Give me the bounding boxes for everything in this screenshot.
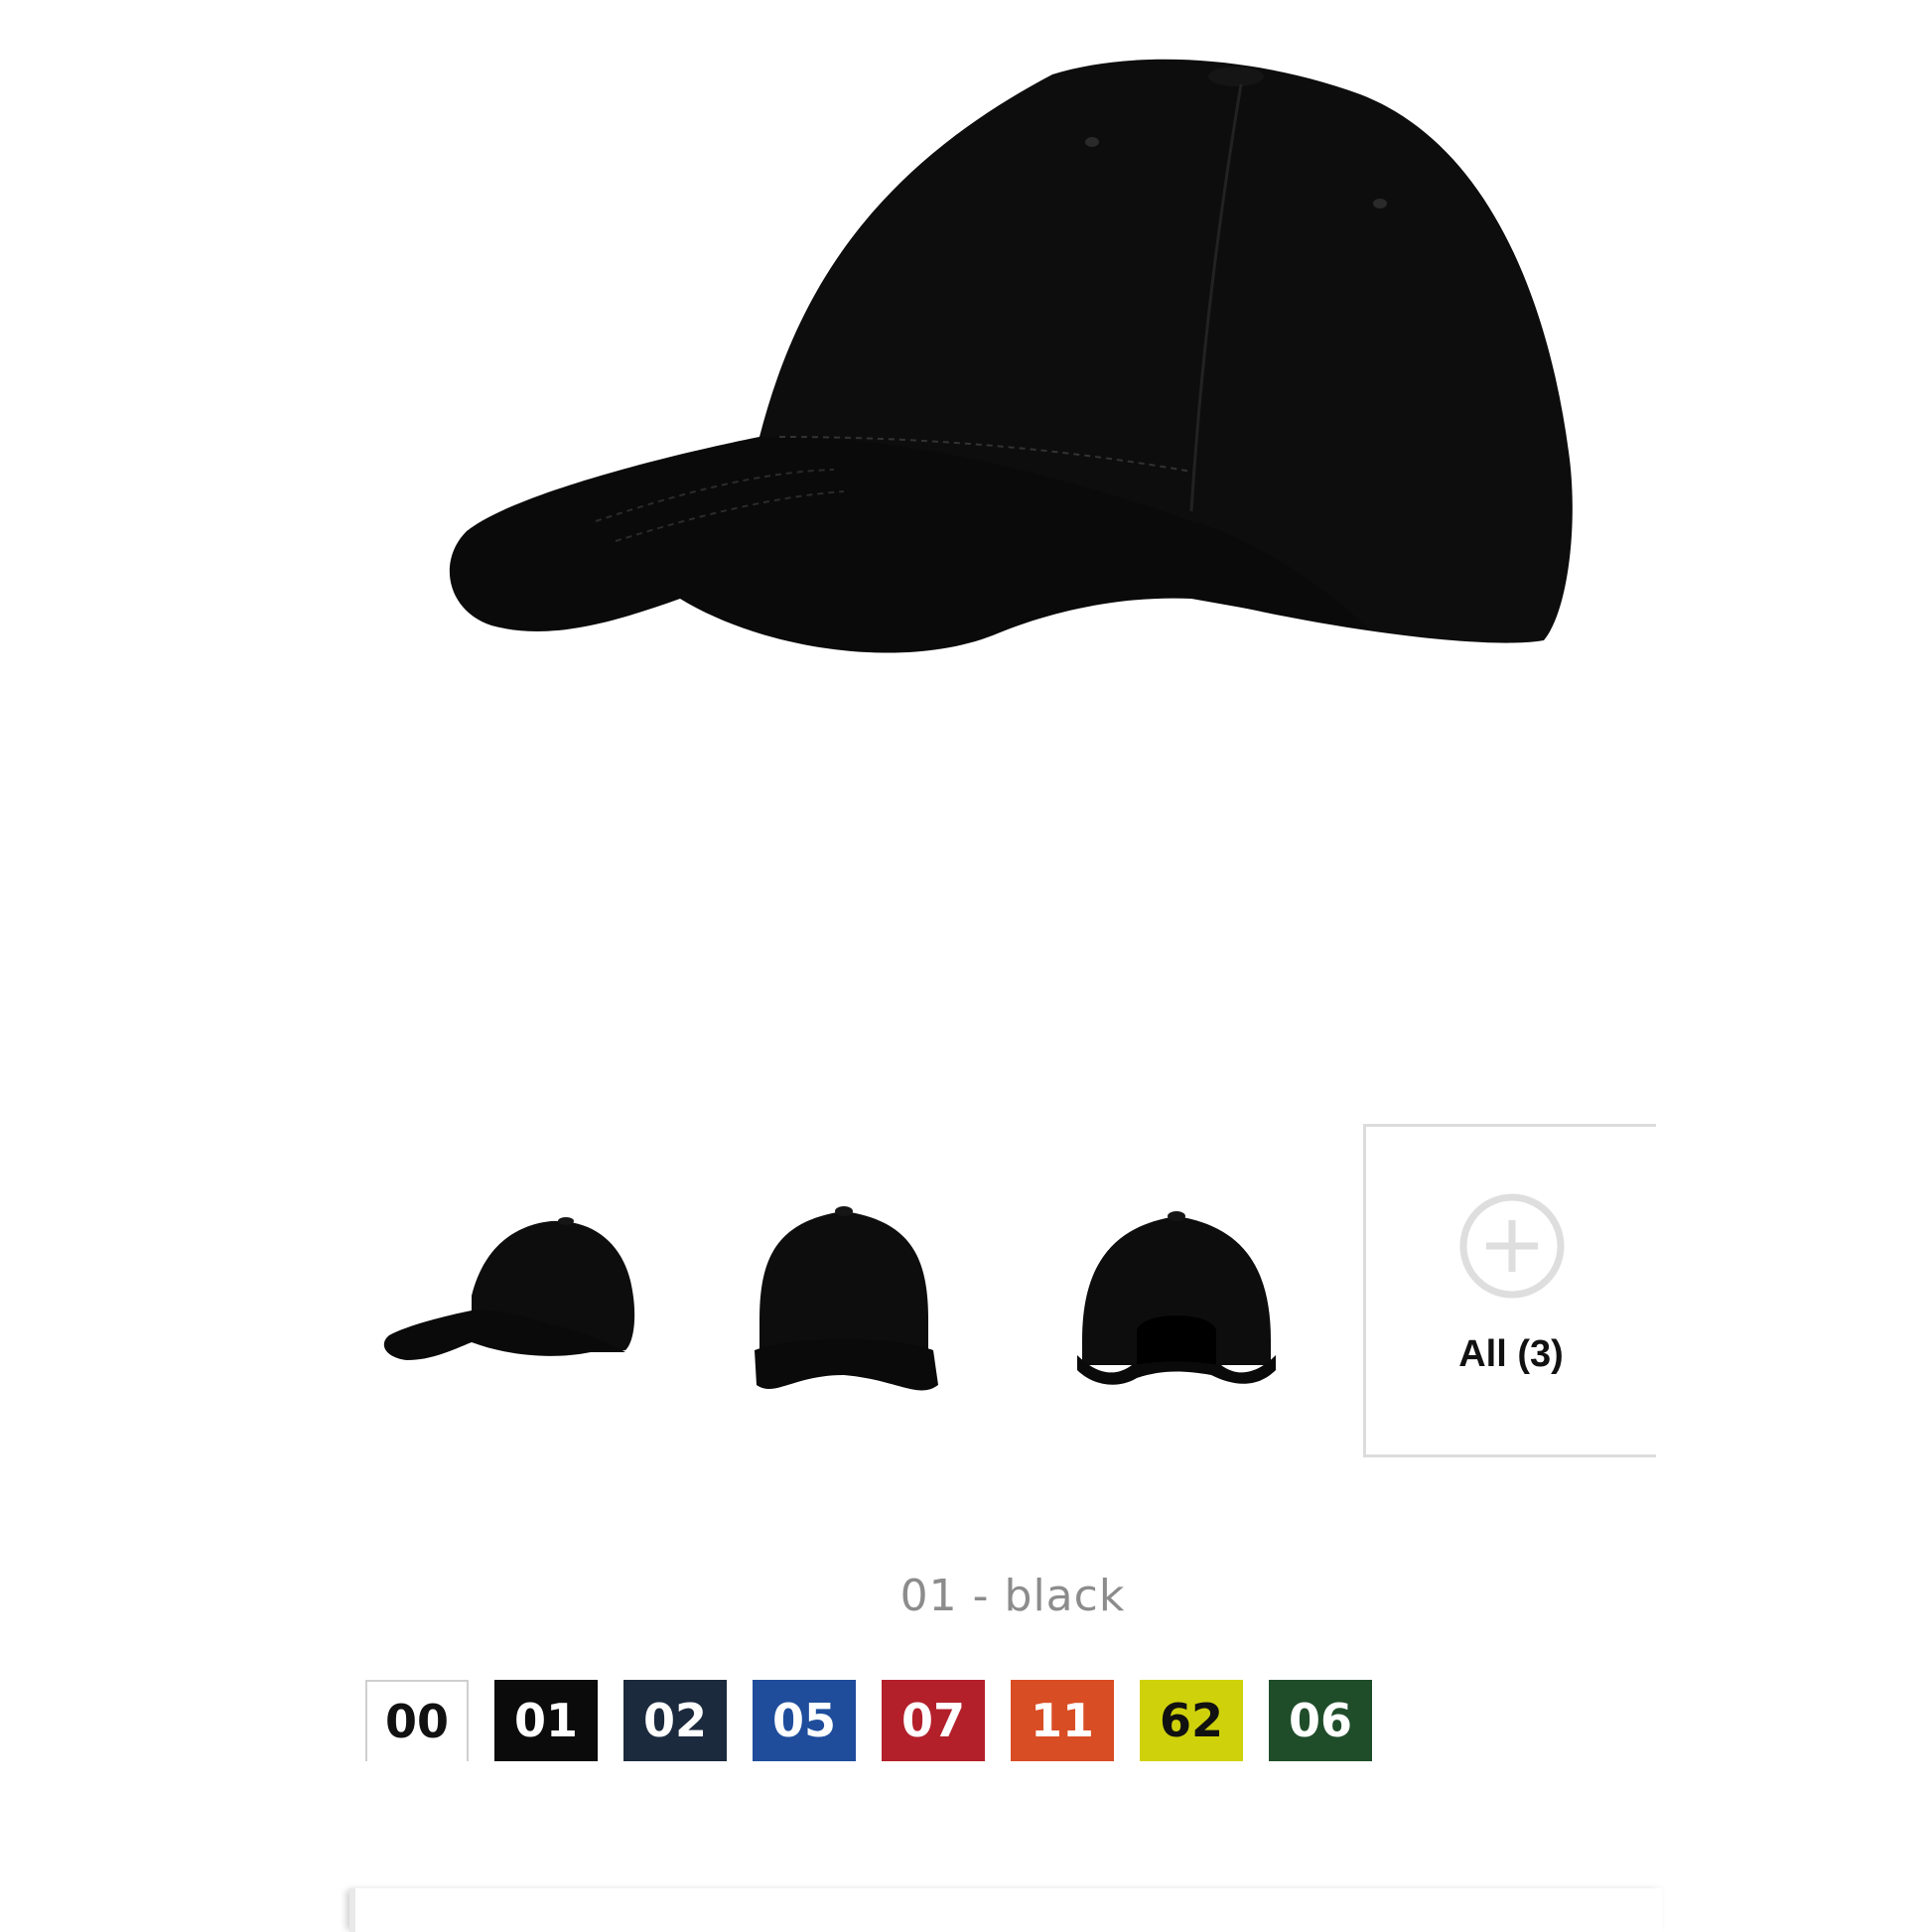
cap-back-thumbnail-icon [1077, 1211, 1276, 1385]
color-swatch-02[interactable]: 02 [623, 1680, 727, 1761]
all-images-label: All (3) [1458, 1333, 1564, 1375]
thumbnail-side-view[interactable] [377, 1172, 655, 1430]
cap-side-thumbnail-icon [383, 1217, 635, 1360]
plus-circle-icon [1459, 1193, 1565, 1299]
color-swatch-06[interactable]: 06 [1269, 1680, 1372, 1761]
cap-main-icon [449, 59, 1573, 653]
color-swatch-05[interactable]: 05 [753, 1680, 856, 1761]
main-product-image [437, 55, 1588, 670]
all-images-button[interactable]: All (3) [1363, 1124, 1656, 1457]
color-swatch-07[interactable]: 07 [882, 1680, 985, 1761]
color-swatch-00[interactable]: 00 [365, 1680, 469, 1761]
color-swatch-11[interactable]: 11 [1011, 1680, 1114, 1761]
selected-color-label: 01 - black [899, 1571, 1126, 1621]
color-swatch-01[interactable]: 01 [494, 1680, 598, 1761]
color-swatch-62[interactable]: 62 [1140, 1680, 1243, 1761]
cap-front-thumbnail-icon [755, 1206, 938, 1391]
details-panel [349, 1888, 1662, 1932]
thumbnail-back-view[interactable] [1062, 1172, 1291, 1430]
thumbnail-front-view[interactable] [735, 1172, 953, 1430]
